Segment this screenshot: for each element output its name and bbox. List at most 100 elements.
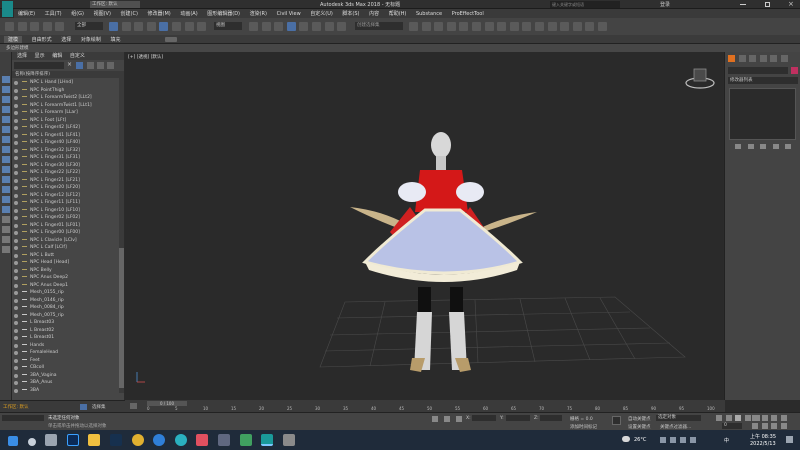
isolate-icon[interactable] [432,416,438,422]
visibility-icon[interactable] [14,148,18,153]
visibility-icon[interactable] [14,351,18,355]
minimize-icon[interactable] [740,4,746,5]
zoom-all-icon[interactable] [761,415,768,421]
app-icon-2[interactable] [217,434,230,446]
input-language[interactable]: 中 [724,437,729,444]
display-tab-icon[interactable] [770,55,778,62]
bone-tool-icon[interactable] [2,126,10,133]
scene-tree-item[interactable]: NPC L ForearmTwist1 [LLt1] [12,102,124,110]
link-icon[interactable] [30,22,40,31]
hidden-tool-icon[interactable] [2,206,10,213]
key-mode-icon[interactable] [612,416,621,425]
menu-substance[interactable]: Substance [416,11,442,17]
make-unique-icon[interactable] [760,144,767,149]
material-editor-icon[interactable] [497,22,507,31]
ribbon-toggle-icon[interactable] [165,37,177,42]
scene-tree-item[interactable]: NPC PointThigh [12,87,124,95]
toggle-scene-explorer-icon[interactable] [434,22,444,31]
visibility-icon[interactable] [14,283,18,288]
align-icon[interactable] [421,22,431,31]
search-input[interactable]: 键入关键字或短语 [550,1,620,8]
open-autodesk-icon[interactable] [572,22,582,31]
steam-icon[interactable] [109,434,122,446]
visibility-icon[interactable] [14,298,18,303]
sort-tool-icon[interactable] [2,96,10,103]
show-end-result-icon[interactable] [747,144,754,149]
weather-icon[interactable] [622,436,630,442]
visibility-icon[interactable] [14,253,18,258]
scene-tree-item[interactable]: Hands [12,342,124,350]
toggle-layer-explorer-icon[interactable] [446,22,456,31]
scene-tree-item[interactable]: NPC L Forearm [LLar] [12,109,124,117]
visibility-icon[interactable] [14,111,18,115]
maximize-viewport-icon[interactable] [780,423,787,429]
zoom-extents-icon[interactable] [771,415,778,421]
misc2-tool-icon[interactable] [2,246,10,253]
geometry-tool-icon[interactable] [2,226,10,233]
scene-tree-item[interactable]: NPC L Finger32 [LF32] [12,147,124,155]
scene-tree-item[interactable]: L Breast02 [12,327,124,335]
scene-tree-item[interactable]: L Breast03 [12,319,124,327]
place-icon[interactable] [197,22,207,31]
temperature-text[interactable]: 26°C [634,437,646,443]
login-button[interactable]: 登录 [660,1,670,8]
scene-tree-item[interactable]: NPC L Finger31 [LF31] [12,154,124,162]
scrollbar-thumb[interactable] [119,248,124,388]
visibility-icon[interactable] [14,216,18,220]
visibility-icon[interactable] [14,193,18,198]
select-by-name-icon[interactable] [121,22,131,31]
misc-tool-icon[interactable] [2,236,10,243]
scene-tab-select[interactable]: 选择 [17,52,27,59]
percent-snap-icon[interactable] [311,22,321,31]
visibility-icon[interactable] [14,238,18,243]
visibility-icon[interactable] [14,268,18,273]
utilities-tab-icon[interactable] [780,55,788,62]
menu-scripting[interactable]: 脚本(S) [342,10,359,17]
scene-tree-item[interactable]: Mesh_0146_rip [12,297,124,305]
visibility-icon[interactable] [14,81,18,85]
abs-mode-icon[interactable] [456,416,462,422]
search-icon[interactable] [27,438,36,446]
maximize-icon[interactable] [765,2,770,7]
xref-tool-icon[interactable] [2,186,10,193]
a360-gallery-icon[interactable] [560,22,570,31]
modifier-list-dropdown[interactable]: 修改器列表 [728,77,798,84]
object-color-swatch[interactable] [791,67,798,74]
select-manipulate-icon[interactable] [261,22,271,31]
scene-tree-item[interactable]: NPC L ForearmTwist2 [LLt2] [12,94,124,102]
scene-tree-item[interactable]: Mesh_0075_rip [12,312,124,320]
reference-coordinate-dropdown[interactable]: 视图 [214,22,242,30]
clear-search-icon[interactable]: × [67,61,72,68]
undo-icon[interactable] [5,22,14,31]
go-to-start-icon[interactable] [716,415,722,421]
chrome-icon[interactable] [131,434,144,446]
object-name-field[interactable] [728,67,788,74]
visibility-icon[interactable] [14,201,18,205]
scene-tree-item[interactable]: NPC Head [Head] [12,259,124,267]
visibility-icon[interactable] [14,291,18,295]
scene-tree-item[interactable]: NPC Anus Deep1 [12,282,124,290]
visibility-icon[interactable] [14,156,18,160]
remove-modifier-icon[interactable] [772,144,779,149]
scene-column-header[interactable]: 名称(按降序排序) [12,71,124,78]
modify-tab-icon[interactable] [738,55,746,62]
render-in-cloud-icon[interactable] [547,22,557,31]
timeline-toggle-icon[interactable] [130,403,137,409]
3dsmax-taskbar-icon[interactable] [261,434,274,446]
scene-search-input[interactable] [14,62,64,69]
maxscript-listener[interactable] [2,415,44,421]
menu-animation[interactable]: 动画(A) [180,10,197,17]
perspective-viewport[interactable]: [+] [透视] [默认] [125,52,723,400]
visibility-icon[interactable] [14,178,18,183]
menu-graph-editors[interactable]: 图形编辑器(D) [207,10,240,17]
edge-icon[interactable] [174,434,187,446]
rotate-icon[interactable] [171,22,181,31]
zoom-extents-all-icon[interactable] [780,415,787,421]
x-coordinate-field[interactable] [472,415,496,421]
named-selection-sets-dropdown[interactable]: 创建选择集 [355,22,403,30]
notification-icon[interactable] [786,436,793,443]
camera-tool-icon[interactable] [2,146,10,153]
group-tool-icon[interactable] [2,176,10,183]
extra-tool2-icon[interactable] [597,22,607,31]
render-production-icon[interactable] [534,22,544,31]
